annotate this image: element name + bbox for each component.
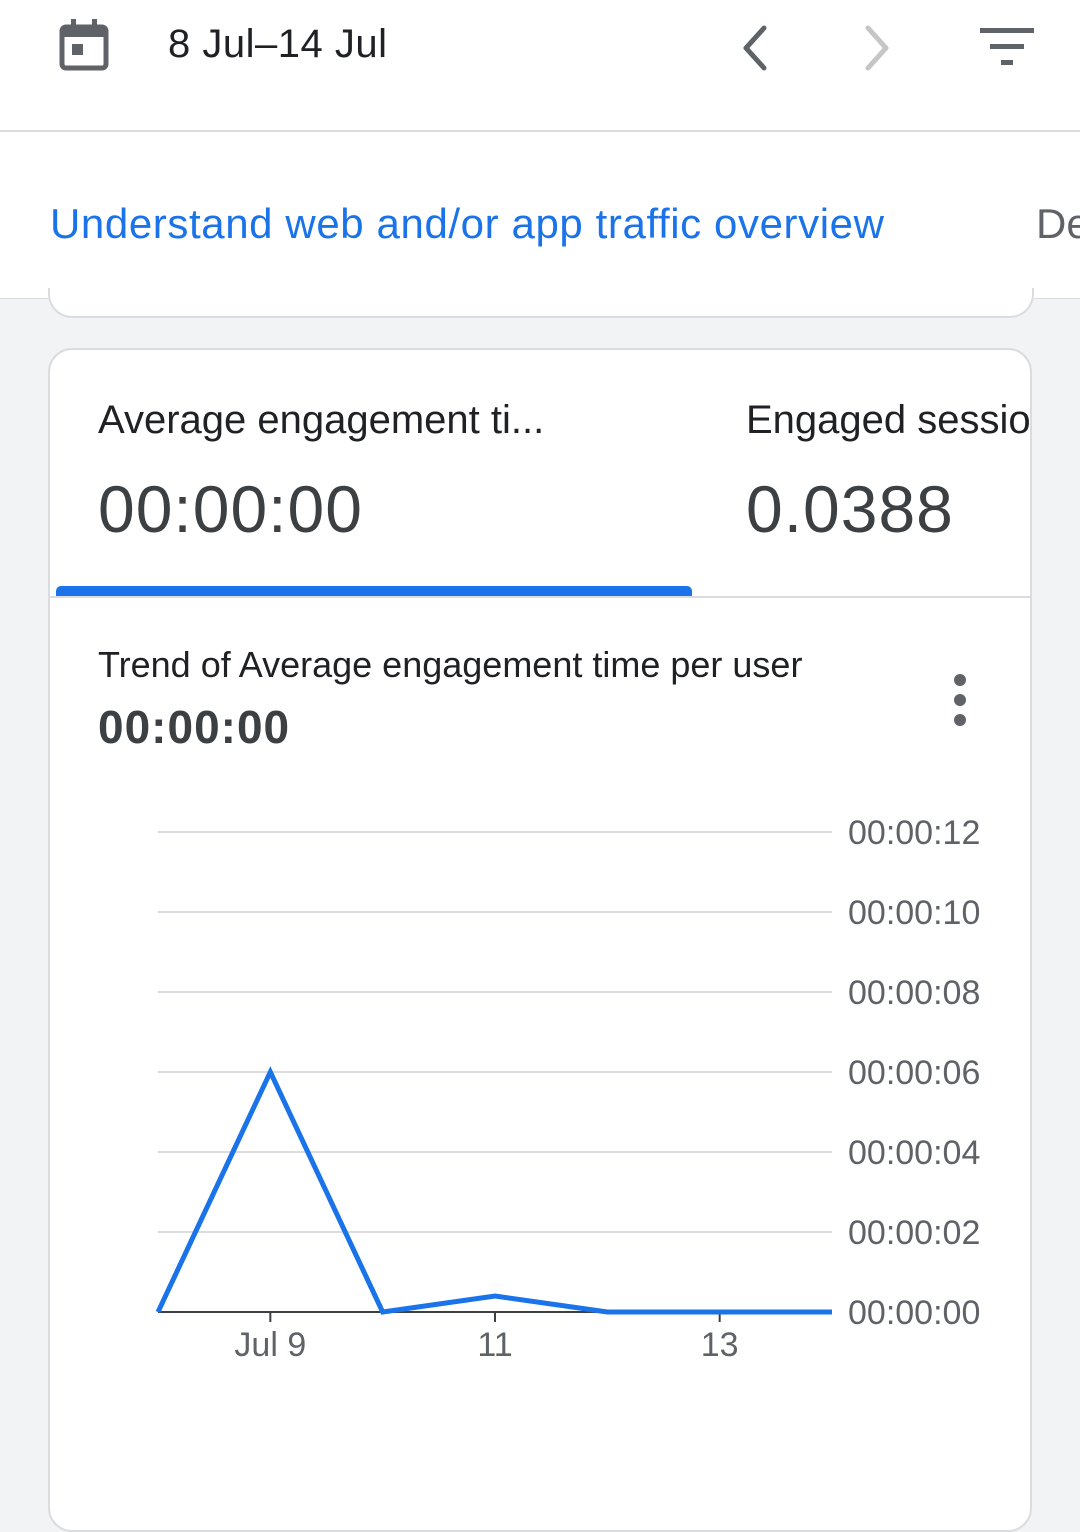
- tab-traffic-overview[interactable]: Understand web and/or app traffic overvi…: [50, 200, 885, 248]
- calendar-icon[interactable]: [58, 18, 110, 72]
- line-chart: 00:00:00 00:00:02 00:00:04 00:00:06 00:00:08…: [155, 814, 980, 1364]
- y-tick-label: 00:00:02: [848, 1214, 980, 1252]
- chevron-left-icon[interactable]: [728, 20, 784, 76]
- date-range-label[interactable]: 8 Jul–14 Jul: [168, 22, 387, 67]
- y-tick-label: 00:00:00: [848, 1294, 980, 1332]
- metric-engaged-sessions[interactable]: Engaged sessio 0.0388: [746, 398, 1031, 547]
- previous-card-edge: [48, 288, 1034, 318]
- x-tick-label: Jul 9: [234, 1326, 306, 1364]
- y-tick-label: 00:00:04: [848, 1134, 980, 1172]
- selected-metric-indicator: [56, 586, 692, 596]
- y-tick-label: 00:00:10: [848, 894, 980, 932]
- chart-title: Trend of Average engagement time per use…: [98, 644, 803, 685]
- more-vert-icon[interactable]: [940, 670, 980, 730]
- filter-icon[interactable]: [974, 20, 1040, 76]
- metric-avg-engagement-time[interactable]: Average engagement ti... 00:00:00: [98, 398, 544, 547]
- divider: [50, 596, 1030, 598]
- y-tick-label: 00:00:06: [848, 1054, 980, 1092]
- metric-card: Average engagement ti... 00:00:00 Engage…: [48, 348, 1032, 1532]
- x-tick-label: 11: [477, 1326, 512, 1364]
- tab-next[interactable]: De: [1036, 200, 1080, 248]
- top-app-bar: 8 Jul–14 Jul: [0, 0, 1080, 132]
- metric-value: 0.0388: [746, 472, 954, 546]
- y-tick-label: 00:00:08: [848, 974, 980, 1012]
- x-tick-label: 13: [701, 1326, 739, 1364]
- chevron-right-icon[interactable]: [848, 20, 904, 76]
- y-tick-label: 00:00:12: [848, 814, 980, 852]
- report-tabs: Understand web and/or app traffic overvi…: [0, 132, 1080, 299]
- metric-label: Average engagement ti...: [98, 398, 545, 442]
- series-line: [155, 1066, 832, 1315]
- metric-value: 00:00:00: [98, 472, 363, 546]
- metric-label: Engaged sessio: [746, 398, 1031, 442]
- chart-total-value: 00:00:00: [98, 701, 291, 753]
